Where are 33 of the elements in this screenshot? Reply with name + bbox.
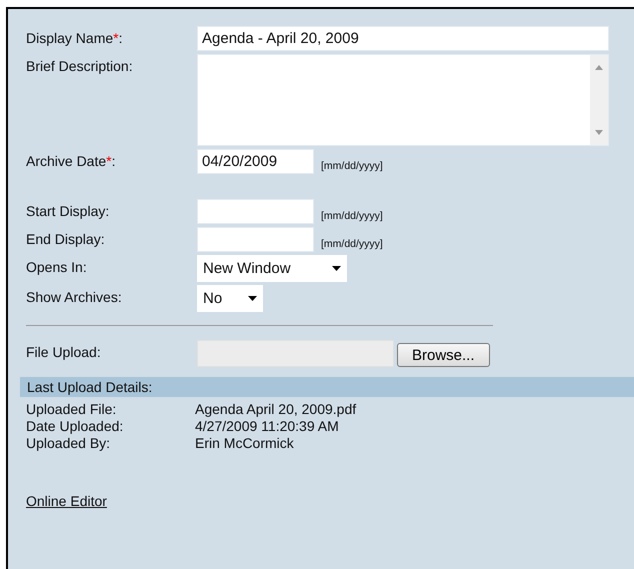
- section-header: Last Upload Details:: [20, 377, 634, 397]
- file-path-field[interactable]: [197, 340, 394, 367]
- detail-value: 4/27/2009 11:20:39 AM: [195, 418, 340, 435]
- date-field[interactable]: [197, 199, 314, 224]
- detail-label: Uploaded By:: [26, 435, 112, 452]
- field-label: Show Archives:: [26, 288, 123, 305]
- date-format-hint: [mm/dd/yyyy]: [321, 238, 383, 252]
- browse-button[interactable]: Browse...: [397, 343, 490, 367]
- date-format-hint: [mm/dd/yyyy]: [321, 160, 383, 174]
- dropdown[interactable]: New Window: [197, 255, 347, 282]
- field-label: Opens In:: [26, 258, 88, 275]
- field-label: File Upload:: [26, 343, 102, 360]
- detail-label: Uploaded File:: [26, 401, 118, 418]
- dropdown[interactable]: No: [197, 285, 263, 312]
- caret-icon: [248, 296, 257, 301]
- scroll-down-icon[interactable]: [595, 130, 603, 135]
- text-area[interactable]: [197, 54, 609, 146]
- scrollbar[interactable]: [590, 55, 608, 145]
- date-field[interactable]: 04/20/2009: [197, 149, 314, 174]
- field-label: Archive Date*:: [26, 152, 116, 169]
- text-field[interactable]: Agenda - April 20, 2009: [197, 26, 609, 51]
- detail-value: Erin McCormick: [195, 435, 295, 452]
- field-label: End Display:: [26, 230, 106, 247]
- field-label: Start Display:: [26, 202, 110, 219]
- field-label: Display Name*:: [26, 29, 124, 46]
- detail-value: Agenda April 20, 2009.pdf: [195, 401, 358, 418]
- field-label: Brief Description:: [26, 57, 134, 74]
- scroll-up-icon[interactable]: [595, 65, 603, 70]
- online-editor-link[interactable]: Online Editor: [26, 493, 107, 509]
- detail-label: Date Uploaded:: [26, 418, 124, 435]
- date-field[interactable]: [197, 227, 314, 252]
- caret-icon: [332, 266, 341, 271]
- date-format-hint: [mm/dd/yyyy]: [321, 210, 383, 224]
